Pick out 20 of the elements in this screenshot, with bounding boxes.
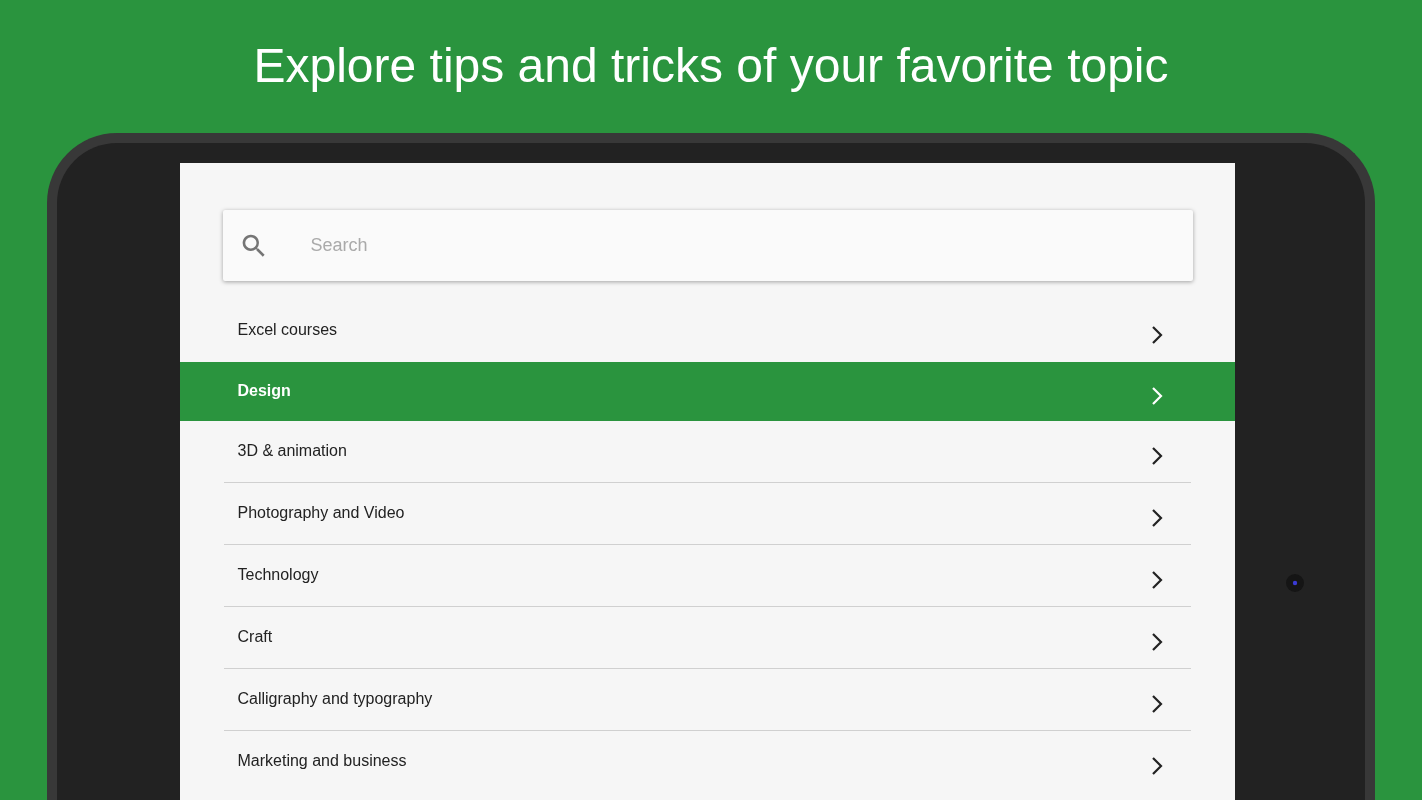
topic-item[interactable]: Excel courses: [179, 300, 1235, 362]
chevron-right-icon: [1150, 694, 1163, 714]
topic-item[interactable]: Design: [179, 362, 1235, 421]
topic-item[interactable]: Marketing and business: [179, 731, 1235, 793]
chevron-right-icon: [1150, 386, 1163, 406]
search-bar[interactable]: Search: [222, 210, 1193, 281]
chevron-right-icon: [1150, 632, 1163, 652]
topic-item[interactable]: Craft: [179, 607, 1235, 669]
chevron-right-icon: [1150, 570, 1163, 590]
chevron-right-icon: [1150, 325, 1163, 345]
chevron-right-icon: [1150, 756, 1163, 776]
topic-item[interactable]: Technology: [179, 545, 1235, 607]
search-field[interactable]: Search: [308, 234, 1193, 257]
topic-item[interactable]: Photography and Video: [179, 483, 1235, 545]
headline: Explore tips and tricks of your favorite topic: [253, 38, 1169, 94]
topic-item[interactable]: Calligraphy and typography: [179, 669, 1235, 731]
topic-item[interactable]: 3D & animation: [179, 421, 1235, 483]
camera-icon: [1285, 573, 1305, 593]
chevron-right-icon: [1150, 508, 1163, 528]
chevron-right-icon: [1150, 446, 1163, 466]
